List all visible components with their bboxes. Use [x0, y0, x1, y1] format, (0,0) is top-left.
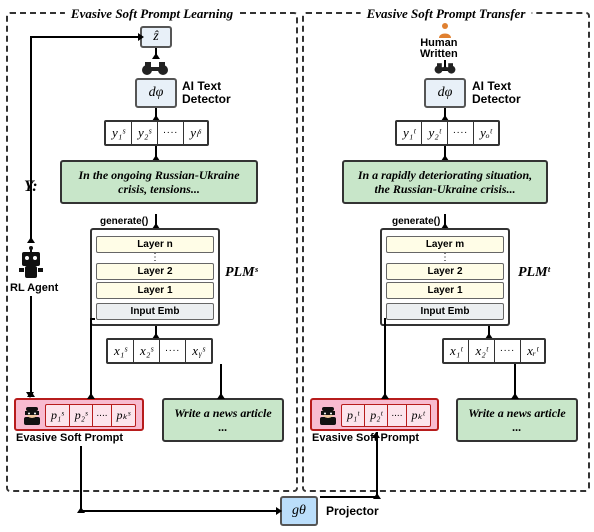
binoculars-icon — [140, 60, 170, 76]
soft-row: p₁ᵗ p₂ᵗ .... pₖᵗ — [341, 404, 431, 427]
p-cell: p₁ˢ — [46, 405, 70, 426]
plm-layer: Layer 2 — [386, 263, 504, 280]
plm-input-emb: Input Emb — [96, 303, 214, 320]
soft-row: p₁ˢ p₂ˢ .... pₖˢ — [45, 404, 136, 427]
dots: ⋮ — [386, 255, 504, 261]
left-panel-title: Evasive Soft Prompt Learning — [65, 6, 239, 22]
generate-label-left: generate() — [100, 216, 148, 227]
projector-box: gθ — [280, 496, 318, 526]
p-cell: p₂ᵗ — [365, 405, 388, 426]
thief-icon — [318, 406, 338, 426]
human-icon — [437, 22, 453, 38]
plm-right: Layer m ⋮ Layer 2 Layer 1 Input Emb — [380, 228, 510, 326]
detector-label-left: AI Text Detector — [182, 80, 231, 106]
arrow-text-yseq-left — [155, 146, 157, 160]
plm-layer: Layer n — [96, 236, 214, 253]
x-cell: xᵣᵗ — [521, 340, 544, 362]
dots: ⋮ — [96, 255, 214, 261]
arrow-yseq-detector-right — [444, 108, 446, 120]
arrow-x-plm-left — [155, 326, 157, 338]
arrow-write-x-left — [220, 364, 222, 398]
line-sp-proj-v — [80, 446, 82, 512]
plm-label-left: PLMˢ — [225, 265, 258, 281]
soft-prompt-left: p₁ˢ p₂ˢ .... pₖˢ — [14, 398, 144, 431]
soft-prompt-label-right: Evasive Soft Prompt — [312, 432, 419, 444]
p-cell: p₂ˢ — [70, 405, 94, 426]
soft-prompt-right: p₁ᵗ p₂ᵗ .... pₖᵗ — [310, 398, 439, 431]
plm-layer: Layer 2 — [96, 263, 214, 280]
generated-text-left: In the ongoing Russian-Ukraine crisis, t… — [60, 160, 258, 204]
x-cell: x₁ˢ — [108, 340, 134, 362]
plm-layer: Layer m — [386, 236, 504, 253]
p-cell: pₖᵗ — [407, 405, 430, 426]
arrow-yseq-detector-left — [155, 108, 157, 120]
y-cell: y₁ᵗ — [397, 122, 422, 144]
binoculars-icon-right — [433, 62, 457, 75]
soft-prompt-label-left: Evasive Soft Prompt — [16, 432, 123, 444]
p-cell: pₖˢ — [112, 405, 136, 426]
dots: .... — [158, 122, 184, 144]
y-cell: yₗˢ — [184, 122, 207, 144]
line-proj-sp-h — [320, 496, 376, 498]
generated-text-right: In a rapidly deteriorating situation, th… — [342, 160, 548, 204]
arrow-text-yseq-right — [444, 146, 446, 160]
detector-label-right: AI Text Detector — [472, 80, 521, 106]
agent-down-line — [30, 296, 32, 396]
arrow-x-plm-right — [488, 326, 490, 338]
projector-label: Projector — [326, 504, 379, 518]
arrow-soft-emb-left — [90, 318, 92, 398]
arrow-plm-text-right — [444, 214, 446, 228]
input-prompt-right: Write a news article ... — [456, 398, 578, 442]
line-proj-sp-v — [376, 432, 378, 498]
proj-up-head — [372, 432, 380, 438]
dots: .... — [448, 122, 474, 144]
p-cell: p₁ᵗ — [342, 405, 365, 426]
x-cell: x₂ᵗ — [469, 340, 494, 362]
right-panel-title: Evasive Soft Prompt Transfer — [361, 6, 532, 22]
arrow-soft-emb-h — [90, 318, 95, 320]
plm-left: Layer n ⋮ Layer 2 Layer 1 Input Emb — [90, 228, 220, 326]
x-seq-left: x₁ˢ x₂ˢ .... x ᵧˢ — [106, 338, 213, 364]
agent-up-line — [30, 36, 32, 242]
x-cell: x ᵧˢ — [186, 340, 211, 362]
plm-label-right: PLMᵗ — [518, 265, 550, 281]
line-sp-proj-h — [80, 510, 276, 512]
arrow-detector-zhat — [155, 48, 157, 58]
x-seq-right: x₁ᵗ x₂ᵗ .... xᵣᵗ — [442, 338, 546, 364]
arrow-plm-text-left — [155, 214, 157, 228]
y-cell: y₁ˢ — [106, 122, 132, 144]
plm-layer: Layer 1 — [386, 282, 504, 299]
agent-to-zhat — [30, 36, 138, 38]
arrow-soft-emb-right — [384, 318, 386, 398]
agent-label: RL Agent — [10, 282, 58, 294]
x-cell: x₂ˢ — [134, 340, 160, 362]
arrow-write-x-right — [514, 364, 516, 398]
human-label: Human Written — [420, 38, 458, 60]
agent-down-head — [26, 392, 34, 398]
y-cell: yₒᵗ — [474, 122, 498, 144]
generate-label-right: generate() — [392, 216, 440, 227]
plm-input-emb: Input Emb — [386, 303, 504, 320]
input-prompt-left: Write a news article ... — [162, 398, 284, 442]
dots: .... — [388, 405, 406, 426]
thief-icon — [22, 406, 42, 426]
dots: .... — [93, 405, 111, 426]
plm-layer: Layer 1 — [96, 282, 214, 299]
x-cell: x₁ᵗ — [444, 340, 469, 362]
robot-icon — [16, 244, 46, 280]
dots: .... — [160, 340, 186, 362]
